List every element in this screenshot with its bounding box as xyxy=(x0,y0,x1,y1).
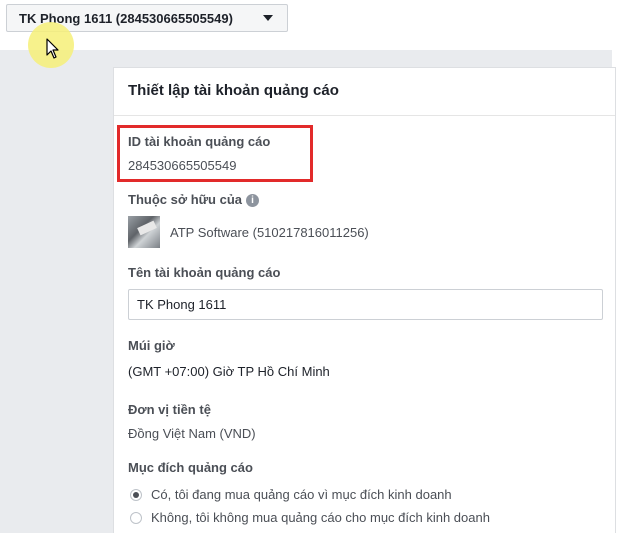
currency-label: Đơn vị tiền tệ xyxy=(128,402,211,417)
owner-avatar xyxy=(128,216,160,248)
owner-label: Thuộc sở hữu của i xyxy=(128,192,259,208)
ad-account-id-value: 284530665505549 xyxy=(128,158,237,173)
purpose-option-non-business[interactable]: Không, tôi không mua quảng cáo cho mục đ… xyxy=(130,510,490,525)
owner-label-text: Thuộc sở hữu của xyxy=(128,192,242,207)
top-bar: TK Phong 1611 (284530665505549) xyxy=(0,0,620,50)
mouse-pointer-icon xyxy=(46,38,59,59)
timezone-value: (GMT +07:00) Giờ TP Hồ Chí Minh xyxy=(128,364,330,379)
owner-name: ATP Software (510217816011256) xyxy=(170,224,369,240)
owner-row: ATP Software (510217816011256) xyxy=(128,216,369,248)
caret-down-icon xyxy=(263,15,273,21)
ad-account-id-label: ID tài khoản quảng cáo xyxy=(128,134,271,149)
account-name-label: Tên tài khoản quảng cáo xyxy=(128,265,281,280)
ad-account-settings-panel: Thiết lập tài khoản quảng cáo ID tài kho… xyxy=(113,67,616,533)
purpose-option-business[interactable]: Có, tôi đang mua quảng cáo vì mục đích k… xyxy=(130,487,452,502)
panel-title: Thiết lập tài khoản quảng cáo xyxy=(114,68,615,116)
ad-purpose-label: Mục đích quảng cáo xyxy=(128,460,253,475)
currency-value: Đồng Việt Nam (VND) xyxy=(128,426,256,441)
account-name-input[interactable] xyxy=(128,289,603,320)
radio-button-checked[interactable] xyxy=(130,488,142,501)
radio-button[interactable] xyxy=(130,511,142,524)
info-icon[interactable]: i xyxy=(246,194,259,208)
timezone-label: Múi giờ xyxy=(128,338,175,353)
purpose-option-label: Không, tôi không mua quảng cáo cho mục đ… xyxy=(151,510,490,525)
purpose-option-label: Có, tôi đang mua quảng cáo vì mục đích k… xyxy=(151,487,452,502)
